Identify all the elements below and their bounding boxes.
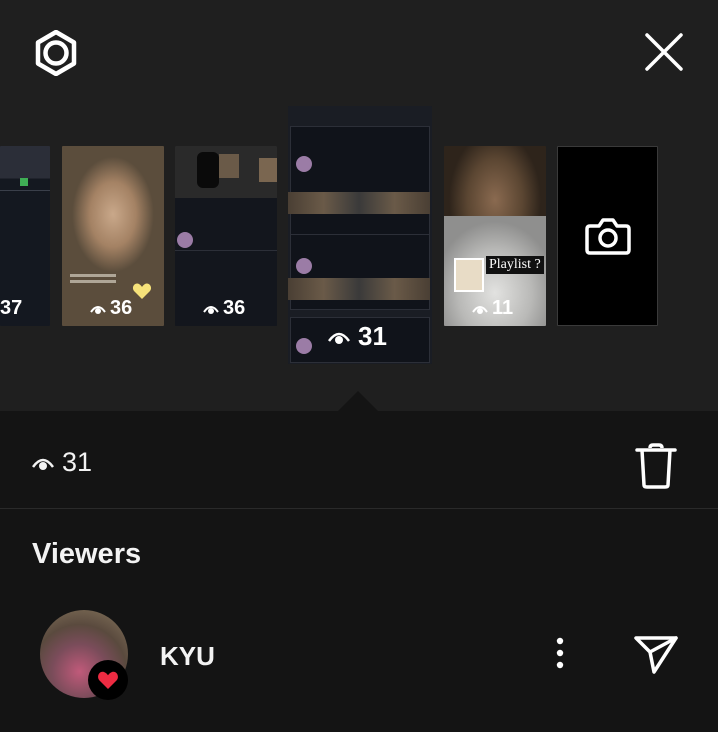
eye-icon — [203, 305, 219, 314]
view-count-text: 31 — [62, 447, 93, 477]
view-count-text: 36 — [110, 297, 133, 319]
view-count-text: 37 — [0, 297, 23, 319]
story-stats-row: 31 — [0, 411, 718, 509]
delete-story-button[interactable] — [632, 439, 680, 493]
settings-button[interactable] — [28, 28, 84, 78]
eye-icon — [32, 458, 54, 470]
camera-icon — [584, 218, 631, 255]
add-story-camera-button[interactable] — [557, 146, 658, 326]
close-button[interactable] — [638, 26, 690, 78]
story-thumbnail-selected[interactable]: 31 — [288, 106, 432, 364]
story-thumbnail-1[interactable]: 37 — [0, 146, 50, 326]
view-count-text: 36 — [223, 297, 246, 319]
heart-sticker-icon — [132, 283, 152, 299]
view-count: 31 — [32, 447, 92, 478]
playlist-sticker: Playlist ? — [486, 256, 544, 274]
viewer-row[interactable]: KYU — [0, 605, 718, 705]
eye-icon — [472, 305, 488, 314]
close-icon — [645, 33, 683, 71]
eye-icon — [90, 305, 106, 314]
story-view-count: 36 — [90, 297, 132, 320]
story-thumbnail-2[interactable]: 36 — [62, 146, 164, 326]
story-thumbnail-3[interactable]: 36 — [175, 146, 277, 326]
story-view-count: 37 — [0, 297, 22, 320]
story-view-count: 31 — [328, 321, 387, 352]
send-icon — [634, 636, 678, 674]
story-view-count: 11 — [472, 297, 513, 320]
more-vertical-icon — [556, 637, 564, 669]
gear-icon — [35, 30, 77, 76]
trash-icon — [635, 443, 677, 489]
story-view-count: 36 — [203, 297, 245, 320]
eye-icon — [328, 332, 350, 344]
heart-icon — [98, 671, 118, 689]
view-count-text: 11 — [492, 297, 514, 319]
story-thumbnail-5[interactable]: Playlist ? 11 — [444, 146, 546, 326]
liked-badge — [88, 660, 128, 700]
selected-story-pointer — [338, 391, 378, 411]
viewer-username[interactable]: KYU — [160, 641, 215, 672]
view-count-text: 31 — [358, 321, 387, 351]
viewers-heading: Viewers — [32, 538, 142, 570]
story-tray: 37 36 36 31 Playlist ? 11 — [0, 0, 718, 411]
send-message-button[interactable] — [632, 633, 680, 677]
more-options-button[interactable] — [545, 633, 575, 673]
